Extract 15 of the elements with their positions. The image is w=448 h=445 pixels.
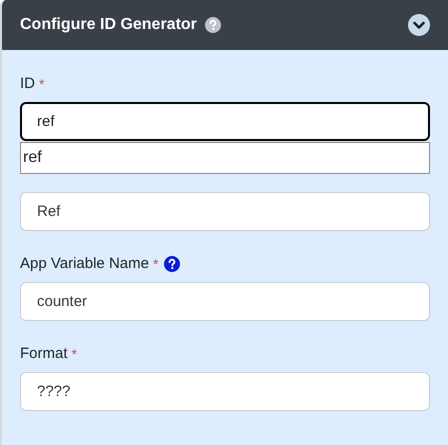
field-label: Format — [20, 344, 68, 364]
text-field[interactable]: ???? — [20, 372, 430, 411]
text-field[interactable]: counter — [20, 282, 430, 321]
text-field[interactable]: ref — [20, 102, 430, 141]
required-asterisk: * — [72, 344, 77, 364]
text-field[interactable]: Ref — [20, 192, 430, 231]
autocomplete-option[interactable]: ref — [21, 143, 429, 173]
required-asterisk: * — [39, 74, 44, 94]
help-icon[interactable] — [164, 256, 180, 272]
collapse-chevron-icon[interactable] — [408, 14, 430, 36]
field-label: App Variable Name — [20, 254, 149, 274]
required-asterisk: * — [152, 254, 158, 274]
field-label: ID — [20, 74, 35, 94]
help-icon[interactable] — [204, 17, 221, 33]
panel-title: Configure ID Generator — [20, 15, 197, 35]
